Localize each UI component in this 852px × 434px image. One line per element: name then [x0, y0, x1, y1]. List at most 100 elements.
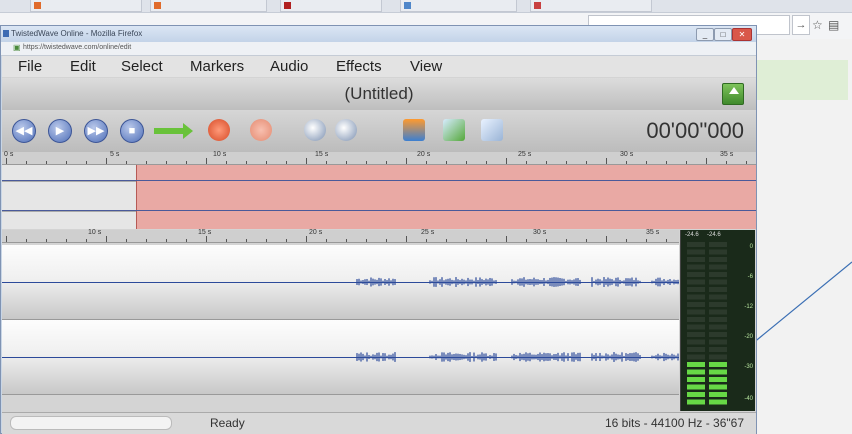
meter-segment	[709, 309, 727, 315]
transport-toolbar: ◀◀ ▶ ▶▶ ■ 00'00"000	[2, 110, 756, 152]
waveform-left	[356, 277, 679, 287]
ruler-label: 25 s	[421, 229, 435, 236]
ruler-label: 30 s	[620, 151, 634, 158]
meter-segment	[709, 399, 727, 405]
track-right-channel[interactable]	[2, 320, 679, 395]
redo-icon[interactable]	[250, 119, 272, 141]
lock-icon: ▣	[13, 43, 21, 52]
overview-channel-right	[2, 210, 756, 211]
minimize-button[interactable]: _	[696, 28, 714, 41]
window-title: TwistedWave Online - Mozilla Firefox	[11, 29, 143, 38]
meter-segment	[687, 377, 705, 382]
meter-segment	[687, 279, 705, 285]
meter-segment	[687, 287, 705, 292]
selection-region[interactable]	[136, 165, 756, 229]
meter-segment	[687, 347, 705, 352]
overview-channel-left	[2, 180, 756, 181]
menu-view[interactable]: View	[410, 58, 442, 75]
menu-file[interactable]: File	[18, 58, 42, 75]
meter-segment	[709, 317, 727, 322]
zoom-in-icon[interactable]	[304, 119, 326, 141]
audio-format-info: 16 bits - 44100 Hz - 36"67	[604, 416, 744, 430]
meter-scale-label: -20	[744, 334, 753, 340]
ruler-label: 30 s	[533, 229, 547, 236]
timecode-display: 00'00"000	[646, 118, 744, 143]
meter-segment	[709, 369, 727, 375]
meter-segment	[709, 287, 727, 292]
rewind-icon[interactable]: ◀◀	[12, 119, 36, 143]
meter-segment	[687, 317, 705, 322]
ruler-label: 15 s	[315, 151, 329, 158]
meter-segment	[687, 369, 705, 375]
meter-segment	[687, 309, 705, 315]
meter-segment	[687, 339, 705, 345]
meter-segment	[687, 257, 705, 262]
fast-forward-icon[interactable]: ▶▶	[84, 119, 108, 143]
meter-segment	[687, 354, 705, 360]
ruler-label: 10 s	[88, 229, 102, 236]
meter-segment	[687, 264, 705, 270]
meter-segment	[709, 392, 727, 397]
green-arrow-icon[interactable]	[154, 123, 193, 139]
track-left-channel[interactable]	[2, 245, 679, 320]
fit-icon[interactable]	[403, 119, 425, 141]
play-icon[interactable]: ▶	[48, 119, 72, 143]
menu-bar: File Edit Select Markers Audio Effects V…	[2, 56, 756, 77]
meter-bars	[687, 242, 727, 405]
meter-segment	[709, 347, 727, 352]
stop-icon[interactable]: ■	[120, 119, 144, 143]
window-titlebar: TwistedWave Online - Mozilla Firefox _ □…	[1, 26, 756, 42]
document-titlebar: (Untitled)	[2, 78, 756, 110]
meter-segment	[687, 392, 705, 397]
overview-ruler[interactable]: 0 s 5 s 10 s 15 s 20 s 25 s 30 s 35 s	[2, 151, 756, 165]
maximize-button[interactable]: □	[714, 28, 732, 41]
meter-segment	[709, 279, 727, 285]
ruler-label: 20 s	[309, 229, 323, 236]
meter-segment	[709, 384, 727, 390]
meter-segment	[709, 242, 727, 247]
ruler-label: 5 s	[110, 151, 120, 158]
meter-scale-label: -30	[744, 364, 753, 370]
menu-effects[interactable]: Effects	[336, 58, 382, 75]
meter-segment	[709, 377, 727, 382]
undo-icon[interactable]	[208, 119, 230, 141]
progress-bar	[10, 416, 172, 430]
window-url-bar: ▣ https://twistedwave.com/online/edit	[1, 42, 756, 56]
ruler-label: 0 s	[4, 151, 14, 158]
normalize-icon[interactable]	[443, 119, 465, 141]
document-title: (Untitled)	[344, 84, 414, 103]
meter-scale-label: 0	[749, 244, 753, 250]
close-button[interactable]: ✕	[732, 28, 752, 41]
trim-icon[interactable]	[481, 119, 503, 141]
export-icon[interactable]	[722, 83, 744, 105]
menu-select[interactable]: Select	[121, 58, 163, 75]
menu-markers[interactable]: Markers	[190, 58, 244, 75]
status-bar: Ready 16 bits - 44100 Hz - 36"67	[2, 412, 756, 434]
meter-segment	[709, 264, 727, 270]
zoom-out-icon[interactable]	[335, 119, 357, 141]
meter-segment	[687, 332, 705, 337]
menu-edit[interactable]: Edit	[70, 58, 96, 75]
waveform-tracks[interactable]	[2, 245, 679, 413]
meter-segment	[709, 302, 727, 307]
meter-segment	[709, 339, 727, 345]
meter-segment	[687, 249, 705, 255]
waveform-right	[356, 352, 679, 362]
meter-segment	[687, 302, 705, 307]
meter-segment	[687, 384, 705, 390]
overview-waveform[interactable]	[2, 165, 756, 229]
meter-scale-label: -12	[744, 304, 753, 310]
ruler-label: 35 s	[646, 229, 660, 236]
menu-audio[interactable]: Audio	[270, 58, 308, 75]
meter-segment	[709, 257, 727, 262]
meter-segment	[709, 249, 727, 255]
track-ruler[interactable]: 10 s 15 s 20 s 25 s 30 s 35 s	[2, 229, 679, 243]
meter-segment	[687, 324, 705, 330]
ruler-label: 20 s	[417, 151, 431, 158]
meter-segment	[687, 294, 705, 300]
ruler-label: 25 s	[518, 151, 532, 158]
meter-segment	[687, 399, 705, 405]
ruler-label: 35 s	[720, 151, 734, 158]
firefox-icon	[3, 30, 9, 37]
meter-segment	[709, 324, 727, 330]
